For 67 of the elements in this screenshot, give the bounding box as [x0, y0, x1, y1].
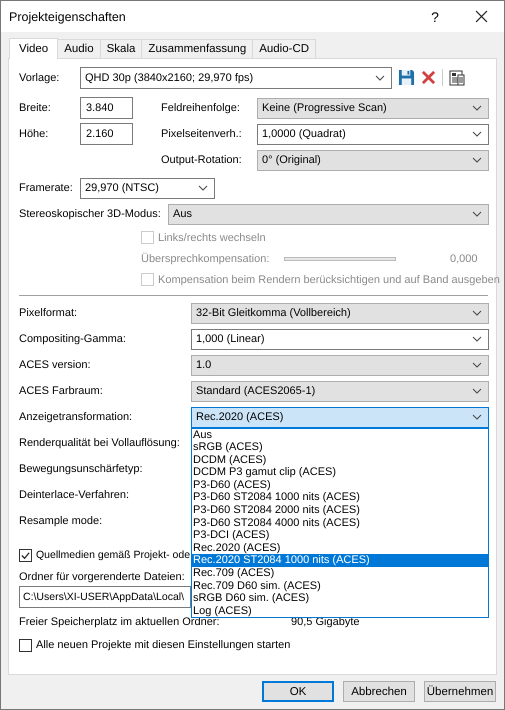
slider-value: 0,000 — [450, 252, 478, 264]
dropdown-option[interactable]: sRGB D60 sim. (ACES) — [192, 592, 488, 605]
field-label: Anzeigetransformation: — [19, 411, 134, 423]
checkbox-label: Kompensation beim Rendern berücksichtigen und auf Band ausgeben — [158, 274, 500, 286]
dropdown[interactable]: 32-Bit Gleitkomma (Vollbereich) — [191, 302, 489, 324]
checkbox[interactable] — [19, 638, 32, 652]
dropdown[interactable]: 29,970 (NTSC) — [80, 178, 215, 198]
field-label: Stereoskopischer 3D-Modus: — [19, 208, 162, 220]
field-label: Feldreihenfolge: — [161, 102, 241, 114]
checkbox-label: Alle neuen Projekte mit diesen Einstellungen starten — [36, 639, 290, 651]
dialog-button[interactable]: Abbrechen — [343, 681, 415, 702]
dropdown-option[interactable]: P3-DCI (ACES) — [192, 529, 488, 542]
help-button[interactable]: ? — [412, 1, 458, 32]
dialog-button[interactable]: OK — [262, 681, 334, 702]
dropdown-option[interactable]: Log (ACES) — [192, 604, 488, 618]
checkbox[interactable] — [19, 548, 32, 562]
field-label: Renderqualität bei Vollauflösung: — [19, 437, 181, 449]
dropdown-option[interactable]: Aus — [192, 428, 488, 442]
dropdown-option[interactable]: Rec.709 (ACES) — [192, 567, 488, 580]
input-field[interactable]: 3.840 — [80, 97, 133, 119]
dropdown-option[interactable]: DCDM P3 gamut clip (ACES) — [192, 466, 488, 479]
checkbox-label: Links/rechts wechseln — [158, 232, 266, 244]
field-label: ACES version: — [19, 359, 92, 371]
dialog-button[interactable]: Übernehmen — [424, 681, 496, 702]
dropdown[interactable]: 0° (Original) — [257, 150, 489, 170]
folder-path-field[interactable]: C:\Users\XI-USER\AppData\Local\ — [19, 586, 191, 608]
field-label: Pixelformat: — [19, 307, 78, 319]
field-label: Pixelseitenverh.: — [161, 128, 243, 140]
dropdown[interactable]: 1,0000 (Quadrat) — [257, 124, 489, 144]
dropdown[interactable]: Standard (ACES2065-1) — [191, 380, 489, 402]
field-label: Vorlage: — [19, 72, 60, 84]
field-label: Breite: — [19, 102, 52, 114]
dropdown[interactable]: Keine (Progressive Scan) — [257, 98, 489, 118]
dropdown-option[interactable]: P3-D60 (ACES) — [192, 478, 488, 492]
template-dropdown[interactable]: QHD 30p (3840x2160; 29,970 fps) — [80, 66, 392, 88]
dropdown-option[interactable]: Rec.2020 (ACES) — [192, 542, 488, 554]
field-label: ACES Farbraum: — [19, 385, 104, 397]
dropdown-option[interactable]: Rec.2020 ST2084 1000 nits (ACES) — [192, 554, 488, 568]
dropdown[interactable]: 1,000 (Linear) — [191, 328, 489, 350]
tab[interactable]: Audio-CD — [252, 39, 316, 58]
field-label: Framerate: — [19, 182, 74, 194]
dropdown-option[interactable]: P3-D60 ST2084 2000 nits (ACES) — [192, 504, 488, 517]
field-label: Freier Speicherplatz im aktuellen Ordner: — [19, 616, 220, 628]
checkbox-label: Quellmedien gemäß Projekt- ode — [36, 549, 190, 561]
dropdown[interactable]: 1.0 — [191, 354, 489, 376]
dropdown[interactable]: Rec.2020 (ACES) — [191, 406, 489, 428]
properties-icon[interactable] — [449, 70, 465, 86]
delete-icon[interactable] — [421, 70, 436, 85]
slider-label: Übersprechkompensation: — [141, 252, 270, 264]
input-field[interactable]: 2.160 — [80, 123, 133, 145]
field-label: Deinterlace-Verfahren: — [19, 489, 130, 501]
dropdown[interactable]: Aus — [168, 204, 489, 224]
close-icon[interactable] — [474, 10, 488, 23]
field-label: Compositing-Gamma: — [19, 333, 127, 345]
field-label: Output-Rotation: — [161, 154, 243, 166]
dropdown-option[interactable]: P3-D60 ST2084 1000 nits (ACES) — [192, 491, 488, 504]
field-label: Bewegungsunschärfetyp: — [19, 463, 144, 475]
window-title: Projekteigenschaften — [8, 10, 127, 24]
dropdown-option[interactable]: Rec.709 D60 sim. (ACES) — [192, 580, 488, 592]
tab[interactable]: Video — [9, 38, 58, 59]
field-label: Ordner für vorgerenderte Dateien: — [19, 570, 185, 582]
field-label: Höhe: — [19, 128, 50, 140]
save-icon[interactable] — [398, 69, 415, 86]
field-label: Resample mode: — [19, 515, 104, 527]
dropdown-option[interactable]: DCDM (ACES) — [192, 454, 488, 466]
dropdown-option[interactable]: sRGB (ACES) — [192, 441, 488, 454]
dropdown-option[interactable]: P3-D60 ST2084 4000 nits (ACES) — [192, 516, 488, 530]
